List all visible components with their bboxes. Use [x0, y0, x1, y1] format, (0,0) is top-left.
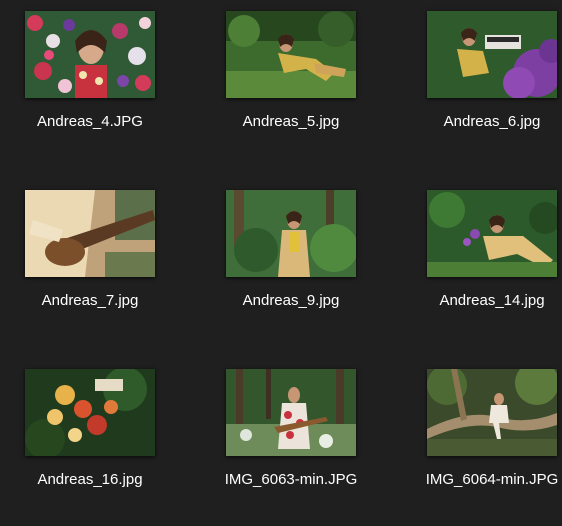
- image-thumbnail-icon: [25, 11, 155, 98]
- file-item-andreas-5[interactable]: Andreas_5.jpg: [201, 0, 381, 160]
- file-item-andreas-7[interactable]: Andreas_7.jpg: [0, 179, 180, 339]
- file-item-andreas-9[interactable]: Andreas_9.jpg: [201, 179, 381, 339]
- file-item-img-6063[interactable]: IMG_6063-min.JPG: [201, 358, 381, 518]
- file-name-label: Andreas_5.jpg: [242, 113, 340, 130]
- image-thumbnail-icon: [226, 369, 356, 456]
- file-name-label: IMG_6063-min.JPG: [224, 471, 358, 488]
- image-thumbnail-icon: [427, 190, 557, 277]
- file-grid: Andreas_4.JPG Andreas_5.jpg Andreas_6.jp…: [0, 0, 562, 526]
- image-thumbnail-icon: [226, 11, 356, 98]
- file-item-andreas-16[interactable]: Andreas_16.jpg: [0, 358, 180, 518]
- image-thumbnail-icon: [226, 190, 356, 277]
- file-name-label: Andreas_9.jpg: [242, 292, 340, 309]
- image-thumbnail-icon: [25, 369, 155, 456]
- file-name-label: Andreas_14.jpg: [439, 292, 545, 309]
- file-name-label: IMG_6064-min.JPG: [425, 471, 559, 488]
- image-thumbnail-icon: [25, 190, 155, 277]
- image-thumbnail-icon: [427, 11, 557, 98]
- file-item-andreas-14[interactable]: Andreas_14.jpg: [402, 179, 562, 339]
- image-thumbnail-icon: [427, 369, 557, 456]
- file-name-label: Andreas_4.JPG: [37, 113, 143, 130]
- file-item-andreas-4[interactable]: Andreas_4.JPG: [0, 0, 180, 160]
- file-name-label: Andreas_16.jpg: [37, 471, 143, 488]
- file-item-andreas-6[interactable]: Andreas_6.jpg: [402, 0, 562, 160]
- file-name-label: Andreas_6.jpg: [443, 113, 541, 130]
- file-name-label: Andreas_7.jpg: [41, 292, 139, 309]
- file-item-img-6064[interactable]: IMG_6064-min.JPG: [402, 358, 562, 518]
